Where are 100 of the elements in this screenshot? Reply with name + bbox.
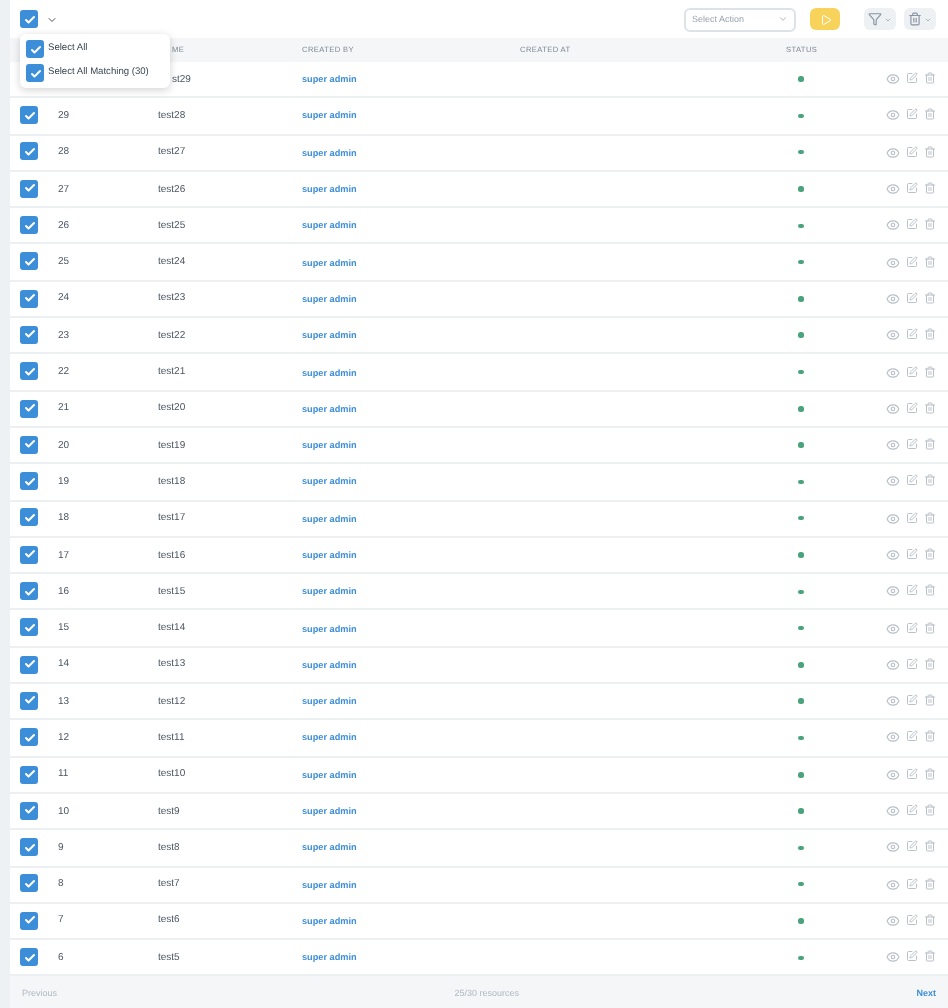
checkbox[interactable] [20,106,38,125]
caret-icon[interactable] [46,13,58,25]
delete-icon[interactable] [924,840,936,853]
delete-icon[interactable] [924,950,936,963]
filter-button[interactable] [864,8,896,30]
delete-icon[interactable] [924,548,936,560]
delete-icon[interactable] [924,401,936,414]
edit-icon[interactable] [906,694,918,707]
view-icon[interactable] [886,877,900,892]
delete-icon[interactable] [924,584,936,597]
delete-icon[interactable] [924,767,936,780]
view-icon[interactable] [886,730,900,745]
checkbox[interactable] [20,252,38,271]
edit-icon[interactable] [906,365,918,378]
delete-icon[interactable] [924,730,936,743]
checkbox[interactable] [20,765,38,784]
view-icon[interactable] [886,72,900,87]
delete-icon[interactable] [924,255,936,268]
delete-icon[interactable] [924,291,936,304]
view-icon[interactable] [886,474,900,489]
edit-icon[interactable] [906,840,918,853]
checkbox[interactable] [20,435,38,454]
checkbox[interactable] [26,64,44,82]
checkbox[interactable] [20,472,38,491]
checkbox[interactable] [20,362,38,381]
edit-icon[interactable] [906,474,918,487]
checkbox[interactable] [26,40,44,58]
edit-icon[interactable] [906,730,918,743]
view-icon[interactable] [886,291,900,306]
edit-icon[interactable] [906,182,918,195]
checkbox[interactable] [20,874,38,893]
checkbox[interactable] [20,801,38,820]
view-icon[interactable] [886,548,900,562]
edit-icon[interactable] [906,255,918,268]
checkbox[interactable] [20,838,38,857]
view-icon[interactable] [886,401,900,416]
view-icon[interactable] [886,657,900,672]
checkbox[interactable] [20,582,38,601]
checkbox[interactable] [20,545,38,564]
delete-icon[interactable] [924,511,936,524]
view-icon[interactable] [886,182,900,197]
checkbox[interactable] [20,728,38,747]
delete-icon[interactable] [924,72,936,85]
view-icon[interactable] [886,621,900,636]
edit-icon[interactable] [906,804,918,817]
edit-icon[interactable] [906,438,918,451]
checkbox[interactable] [20,618,38,637]
edit-icon[interactable] [906,72,918,85]
checkbox[interactable] [20,10,38,28]
delete-icon[interactable] [924,877,936,890]
delete-icon[interactable] [924,621,936,634]
view-icon[interactable] [886,913,900,928]
view-icon[interactable] [886,840,900,855]
edit-icon[interactable] [906,621,918,634]
edit-icon[interactable] [906,767,918,780]
view-icon[interactable] [886,511,900,526]
delete-icon[interactable] [924,365,936,378]
checkbox[interactable] [20,289,38,308]
edit-icon[interactable] [906,401,918,414]
view-icon[interactable] [886,767,900,782]
checkbox[interactable] [20,325,38,344]
delete-icon[interactable] [924,108,936,121]
checkbox[interactable] [20,216,38,235]
edit-icon[interactable] [906,913,918,926]
checkbox[interactable] [20,948,38,967]
edit-icon[interactable] [906,584,918,597]
checkbox[interactable] [20,911,38,930]
edit-icon[interactable] [906,548,918,560]
delete-icon[interactable] [924,328,936,341]
delete-icon[interactable] [924,438,936,451]
delete-menu-button[interactable] [904,8,936,30]
delete-icon[interactable] [924,218,936,231]
delete-icon[interactable] [924,182,936,195]
delete-icon[interactable] [924,657,936,670]
view-icon[interactable] [886,218,900,233]
view-icon[interactable] [886,694,900,709]
run-action-button[interactable] [810,8,840,30]
delete-icon[interactable] [924,474,936,487]
view-icon[interactable] [886,255,900,270]
checkbox[interactable] [20,508,38,527]
edit-icon[interactable] [906,291,918,304]
view-icon[interactable] [886,108,900,123]
checkbox[interactable] [20,691,38,710]
view-icon[interactable] [886,950,900,965]
checkbox[interactable] [20,655,38,674]
edit-icon[interactable] [906,511,918,524]
view-icon[interactable] [886,145,900,160]
view-icon[interactable] [886,365,900,380]
delete-icon[interactable] [924,804,936,817]
view-icon[interactable] [886,804,900,819]
view-icon[interactable] [886,328,900,343]
checkbox[interactable] [20,179,38,198]
edit-icon[interactable] [906,328,918,341]
edit-icon[interactable] [906,657,918,670]
checkbox[interactable] [20,142,38,161]
delete-icon[interactable] [924,145,936,158]
edit-icon[interactable] [906,108,918,121]
delete-icon[interactable] [924,694,936,707]
edit-icon[interactable] [906,877,918,890]
view-icon[interactable] [886,584,900,599]
